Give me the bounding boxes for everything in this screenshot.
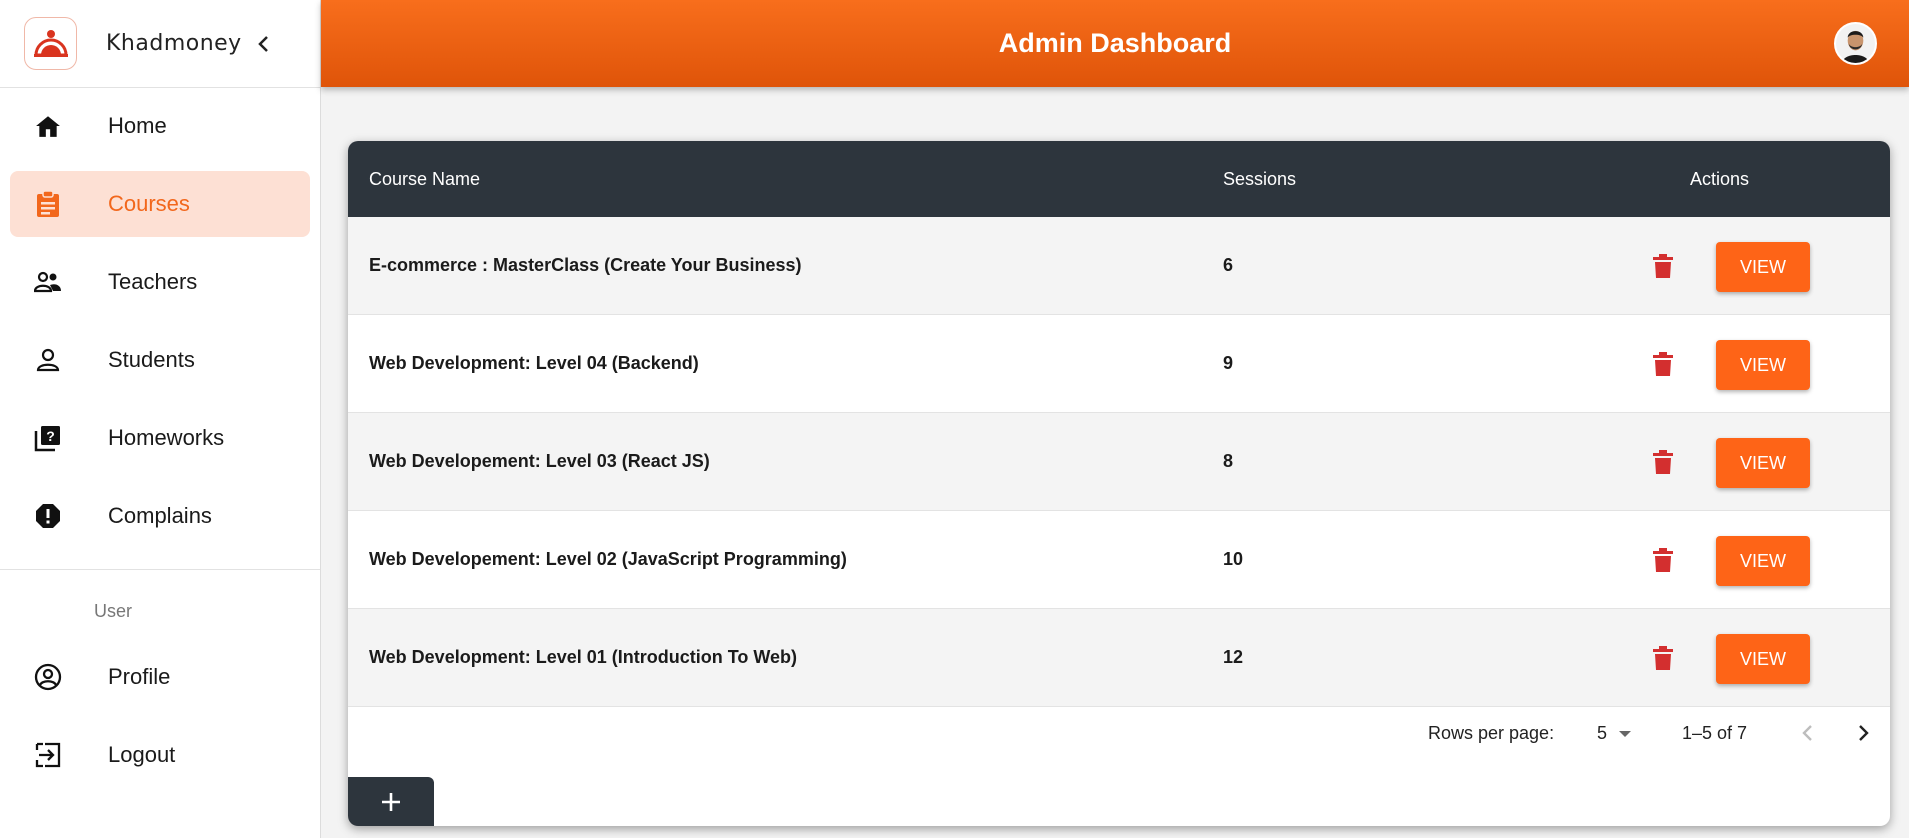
page-title: Admin Dashboard — [998, 28, 1232, 58]
rows-per-page-dropdown[interactable] — [1616, 723, 1634, 748]
section-label-user: User — [94, 601, 133, 621]
trash-icon — [1653, 352, 1673, 376]
chevron-left-icon — [257, 35, 268, 52]
view-button[interactable]: VIEW — [1716, 340, 1810, 390]
report-icon — [33, 501, 63, 531]
sidebar-item-label: Home — [108, 113, 167, 138]
sidebar-item-label: Homeworks — [108, 425, 225, 450]
sidebar-item-profile[interactable]: Profile — [10, 644, 311, 710]
courses-table-card: Course Name Sessions Actions E-commerce … — [348, 141, 1890, 826]
caret-down-icon — [1619, 731, 1631, 737]
delete-button[interactable] — [1651, 449, 1675, 475]
sidebar-item-home[interactable]: Home — [10, 93, 310, 159]
app-header: Admin Dashboard — [321, 0, 1909, 87]
course-name-cell: Web Development: Level 01 (Introduction … — [369, 647, 798, 667]
sidebar-item-label: Logout — [108, 742, 176, 767]
collapse-sidebar-button[interactable] — [256, 34, 270, 54]
rows-per-page-label: Rows per page: — [1428, 723, 1555, 743]
table-row: Web Development: Level 01 (Introduction … — [348, 609, 1890, 707]
table-row: Web Developement: Level 02 (JavaScript P… — [348, 511, 1890, 609]
sidebar-bottom-nav: Profile Logout — [0, 644, 321, 800]
sidebar-item-complains[interactable]: Complains — [10, 483, 310, 549]
column-header-course-name[interactable]: Course Name — [369, 169, 480, 190]
sidebar-item-label: Complains — [108, 503, 212, 528]
column-header-sessions[interactable]: Sessions — [1223, 169, 1296, 190]
sessions-cell: 10 — [1223, 549, 1244, 569]
sidebar-item-label: Courses — [108, 191, 190, 216]
user-avatar-icon — [1836, 24, 1875, 63]
delete-button[interactable] — [1651, 351, 1675, 377]
course-name-cell: Web Developement: Level 02 (JavaScript P… — [369, 549, 847, 569]
sessions-cell: 9 — [1223, 353, 1234, 373]
sessions-cell: 8 — [1223, 451, 1234, 471]
clipboard-icon — [33, 189, 63, 219]
pagination-range: 1–5 of 7 — [1682, 723, 1748, 743]
sidebar-item-label: Teachers — [108, 269, 198, 294]
quiz-icon: ? — [33, 423, 63, 453]
course-name-cell: Web Development: Level 04 (Backend) — [369, 353, 699, 373]
delete-button[interactable] — [1651, 547, 1675, 573]
sidebar-item-label: Students — [108, 347, 195, 372]
sessions-cell: 6 — [1223, 255, 1234, 275]
delete-button[interactable] — [1651, 253, 1675, 279]
logo-icon — [33, 29, 68, 57]
home-icon — [33, 111, 63, 141]
previous-page-button[interactable] — [1798, 721, 1818, 750]
chevron-right-icon — [1859, 725, 1869, 741]
brand: Khadmoney — [0, 0, 320, 88]
column-header-actions: Actions — [1690, 169, 1750, 189]
sidebar-nav: Home Courses Teachers Students ? Homewor… — [0, 88, 320, 549]
table-header: Course Name Sessions Actions — [348, 141, 1890, 217]
view-button[interactable]: VIEW — [1716, 536, 1810, 586]
chevron-left-icon — [1802, 725, 1812, 741]
sidebar: Khadmoney Home Courses Teachers Students… — [0, 0, 321, 838]
course-name-cell: E-commerce : MasterClass (Create Your Bu… — [369, 255, 802, 275]
add-course-button[interactable] — [348, 777, 434, 826]
sidebar-item-students[interactable]: Students — [10, 327, 310, 393]
plus-icon — [382, 792, 400, 811]
course-name-cell: Web Developement: Level 03 (React JS) — [369, 451, 710, 471]
table-row: E-commerce : MasterClass (Create Your Bu… — [348, 217, 1890, 315]
app-name: Khadmoney — [106, 31, 242, 56]
trash-icon — [1653, 254, 1673, 278]
avatar[interactable] — [1834, 22, 1877, 65]
view-button[interactable]: VIEW — [1716, 634, 1810, 684]
sessions-cell: 12 — [1223, 647, 1244, 667]
svg-text:?: ? — [46, 428, 55, 444]
table-row: Web Development: Level 04 (Backend) 9 VI… — [348, 315, 1890, 413]
table-pagination: Rows per page: 5 1–5 of 7 — [348, 707, 1890, 757]
delete-button[interactable] — [1651, 645, 1675, 671]
view-button[interactable]: VIEW — [1716, 438, 1810, 488]
account-circle-icon — [33, 662, 63, 692]
trash-icon — [1653, 450, 1673, 474]
logout-icon — [33, 740, 63, 770]
sidebar-item-teachers[interactable]: Teachers — [10, 249, 310, 315]
sidebar-item-label: Profile — [108, 664, 171, 689]
sidebar-divider — [0, 569, 320, 570]
view-button[interactable]: VIEW — [1716, 242, 1810, 292]
table-row: Web Developement: Level 03 (React JS) 8 … — [348, 413, 1890, 511]
sidebar-item-courses[interactable]: Courses — [10, 171, 310, 237]
trash-icon — [1653, 548, 1673, 572]
trash-icon — [1653, 646, 1673, 670]
app-logo — [24, 17, 77, 70]
person-icon — [33, 345, 63, 375]
sidebar-item-logout[interactable]: Logout — [10, 722, 311, 788]
next-page-button[interactable] — [1853, 721, 1873, 750]
rows-per-page-select[interactable]: 5 — [1597, 723, 1607, 744]
people-icon — [33, 267, 63, 297]
sidebar-item-homeworks[interactable]: ? Homeworks — [10, 405, 310, 471]
